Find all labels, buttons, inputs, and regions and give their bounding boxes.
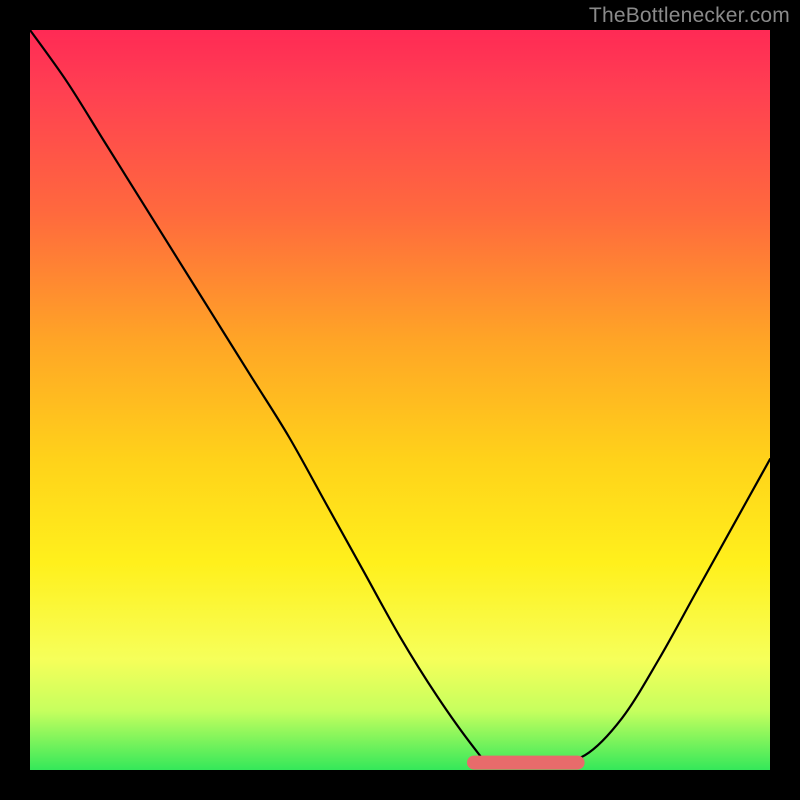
chart-frame: TheBottlenecker.com — [0, 0, 800, 800]
watermark-text: TheBottlenecker.com — [589, 4, 790, 28]
chart-svg — [30, 30, 770, 770]
plot-area — [30, 30, 770, 770]
bottleneck-curve — [30, 30, 770, 764]
